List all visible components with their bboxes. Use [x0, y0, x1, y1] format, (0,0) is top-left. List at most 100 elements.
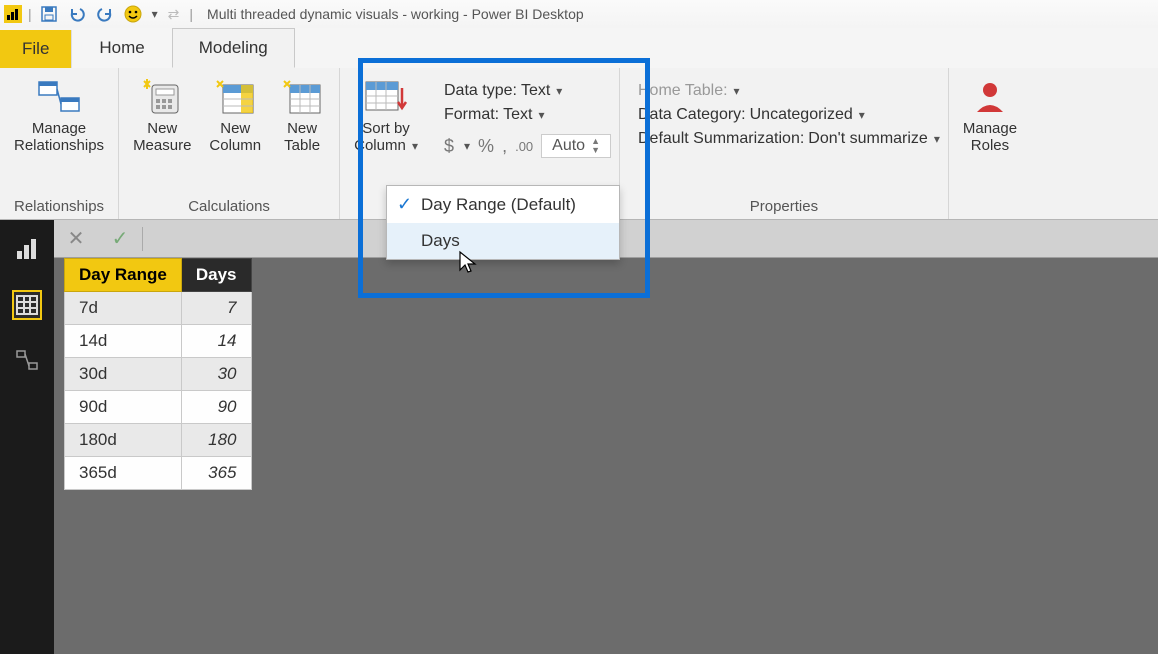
- chevron-down-icon: ▾: [412, 139, 418, 153]
- decimal-icon[interactable]: .00: [515, 139, 533, 154]
- tab-home[interactable]: Home: [72, 28, 171, 68]
- format-toolbar: $ ▾ % , .00 Auto ▲▼: [444, 130, 611, 158]
- table-row[interactable]: 30d30: [65, 358, 252, 391]
- tab-modeling[interactable]: Modeling: [172, 28, 295, 68]
- data-category-row[interactable]: Data Category: Uncategorized ▾: [638, 106, 940, 124]
- summarization-value: Don't summarize: [808, 130, 928, 148]
- cell-range: 90d: [65, 391, 182, 424]
- new-table-label: New Table: [284, 120, 320, 155]
- redo-button[interactable]: [94, 3, 116, 25]
- data-category-value: Uncategorized: [750, 106, 853, 124]
- left-rail: [0, 220, 54, 654]
- smiley-icon[interactable]: [122, 3, 144, 25]
- chevron-down-icon: ▾: [859, 108, 865, 122]
- group-properties: Home Table: ▾ Data Category: Uncategoriz…: [620, 68, 949, 219]
- percent-icon[interactable]: %: [478, 136, 494, 157]
- group-calculations-label: Calculations: [188, 198, 270, 217]
- summarization-row[interactable]: Default Summarization: Don't summarize ▾: [638, 130, 940, 148]
- data-table: Day Range Days 7d7 14d14 30d30 90d90 180…: [64, 258, 252, 490]
- formula-cancel-button[interactable]: ✕: [54, 220, 98, 257]
- sort-option-days[interactable]: Days: [387, 223, 619, 259]
- table-row[interactable]: 365d365: [65, 457, 252, 490]
- table-row[interactable]: 90d90: [65, 391, 252, 424]
- table-row[interactable]: 180d180: [65, 424, 252, 457]
- measure-icon: [139, 76, 185, 118]
- table-icon: [279, 76, 325, 118]
- format-row[interactable]: Format: Text ▾: [444, 106, 611, 124]
- sort-option-default[interactable]: ✓ Day Range (Default): [387, 186, 619, 223]
- cell-range: 180d: [65, 424, 182, 457]
- manage-relationships-label: Manage Relationships: [14, 120, 104, 155]
- summarization-label: Default Summarization:: [638, 130, 804, 148]
- undo-button[interactable]: [66, 3, 88, 25]
- qat-customize-icon[interactable]: ⇄: [168, 6, 180, 23]
- comma-icon[interactable]: ,: [502, 136, 507, 157]
- group-relationships: Manage Relationships Relationships: [0, 68, 119, 219]
- tab-file[interactable]: File: [0, 30, 72, 68]
- title-bar: | ▾ ⇄ | Multi threaded dynamic visuals -…: [0, 0, 1158, 28]
- chevron-down-icon: ▾: [538, 108, 544, 122]
- cell-days: 180: [181, 424, 251, 457]
- model-view-button[interactable]: [12, 346, 42, 376]
- column-header-days[interactable]: Days: [181, 259, 251, 292]
- cell-range: 7d: [65, 292, 182, 325]
- cell-range: 30d: [65, 358, 182, 391]
- new-column-label: New Column: [209, 120, 261, 155]
- sort-by-column-menu: ✓ Day Range (Default) Days: [386, 185, 620, 260]
- column-header-day-range[interactable]: Day Range: [65, 259, 182, 292]
- qat-separator: |: [28, 6, 32, 22]
- data-category-label: Data Category:: [638, 106, 746, 124]
- format-value: Text: [503, 106, 532, 124]
- save-button[interactable]: [38, 3, 60, 25]
- group-security-spacer: [988, 198, 992, 217]
- chevron-down-icon: ▾: [934, 132, 940, 146]
- cell-days: 365: [181, 457, 251, 490]
- new-measure-label: New Measure: [133, 120, 191, 155]
- new-measure-button[interactable]: New Measure: [127, 74, 197, 157]
- cell-days: 90: [181, 391, 251, 424]
- cell-days: 30: [181, 358, 251, 391]
- data-type-row[interactable]: Data type: Text ▾: [444, 82, 611, 100]
- formula-input[interactable]: [143, 220, 1158, 257]
- chevron-down-icon: ▾: [734, 84, 740, 98]
- qat-separator-2: |: [189, 6, 193, 22]
- new-column-button[interactable]: New Column: [203, 74, 267, 157]
- spinner-icon[interactable]: ▲▼: [591, 137, 600, 155]
- manage-roles-label: Manage Roles: [963, 120, 1017, 155]
- column-icon: [212, 76, 258, 118]
- format-label: Format:: [444, 106, 499, 124]
- report-view-button[interactable]: [12, 234, 42, 264]
- sort-icon: [363, 76, 409, 118]
- group-calculations: New Measure New Column: [119, 68, 340, 219]
- sort-by-column-label: Sort by Column ▾: [354, 120, 418, 155]
- cell-range: 365d: [65, 457, 182, 490]
- sort-by-column-button[interactable]: Sort by Column ▾: [348, 74, 424, 157]
- chevron-down-icon: ▾: [556, 84, 562, 98]
- auto-decimals-input[interactable]: Auto ▲▼: [541, 134, 611, 158]
- group-security: Manage Roles: [949, 68, 1031, 219]
- data-type-value: Text: [521, 82, 550, 100]
- home-table-row[interactable]: Home Table: ▾: [638, 82, 940, 100]
- formula-commit-button[interactable]: ✓: [98, 220, 142, 257]
- table-row[interactable]: 7d7: [65, 292, 252, 325]
- data-view-button[interactable]: [12, 290, 42, 320]
- group-properties-label: Properties: [750, 198, 818, 217]
- qat-dropdown-icon[interactable]: ▾: [152, 7, 158, 21]
- table-row[interactable]: 14d14: [65, 325, 252, 358]
- check-icon: ✓: [397, 194, 421, 215]
- workspace: ✕ ✓ Day Range Days 7d7 14d14 30d30 90d90…: [0, 220, 1158, 654]
- roles-icon: [967, 76, 1013, 118]
- manage-relationships-button[interactable]: Manage Relationships: [8, 74, 110, 157]
- currency-icon[interactable]: $: [444, 136, 454, 157]
- data-type-label: Data type:: [444, 82, 517, 100]
- sort-option-label: Day Range (Default): [421, 195, 609, 215]
- tab-strip: File Home Modeling: [0, 28, 1158, 68]
- manage-roles-button[interactable]: Manage Roles: [957, 74, 1023, 157]
- new-table-button[interactable]: New Table: [273, 74, 331, 157]
- cell-days: 14: [181, 325, 251, 358]
- cell-range: 14d: [65, 325, 182, 358]
- relationships-icon: [36, 76, 82, 118]
- window-title: Multi threaded dynamic visuals - working…: [207, 6, 584, 22]
- chevron-down-icon: ▾: [464, 139, 470, 153]
- sort-option-label: Days: [421, 231, 609, 251]
